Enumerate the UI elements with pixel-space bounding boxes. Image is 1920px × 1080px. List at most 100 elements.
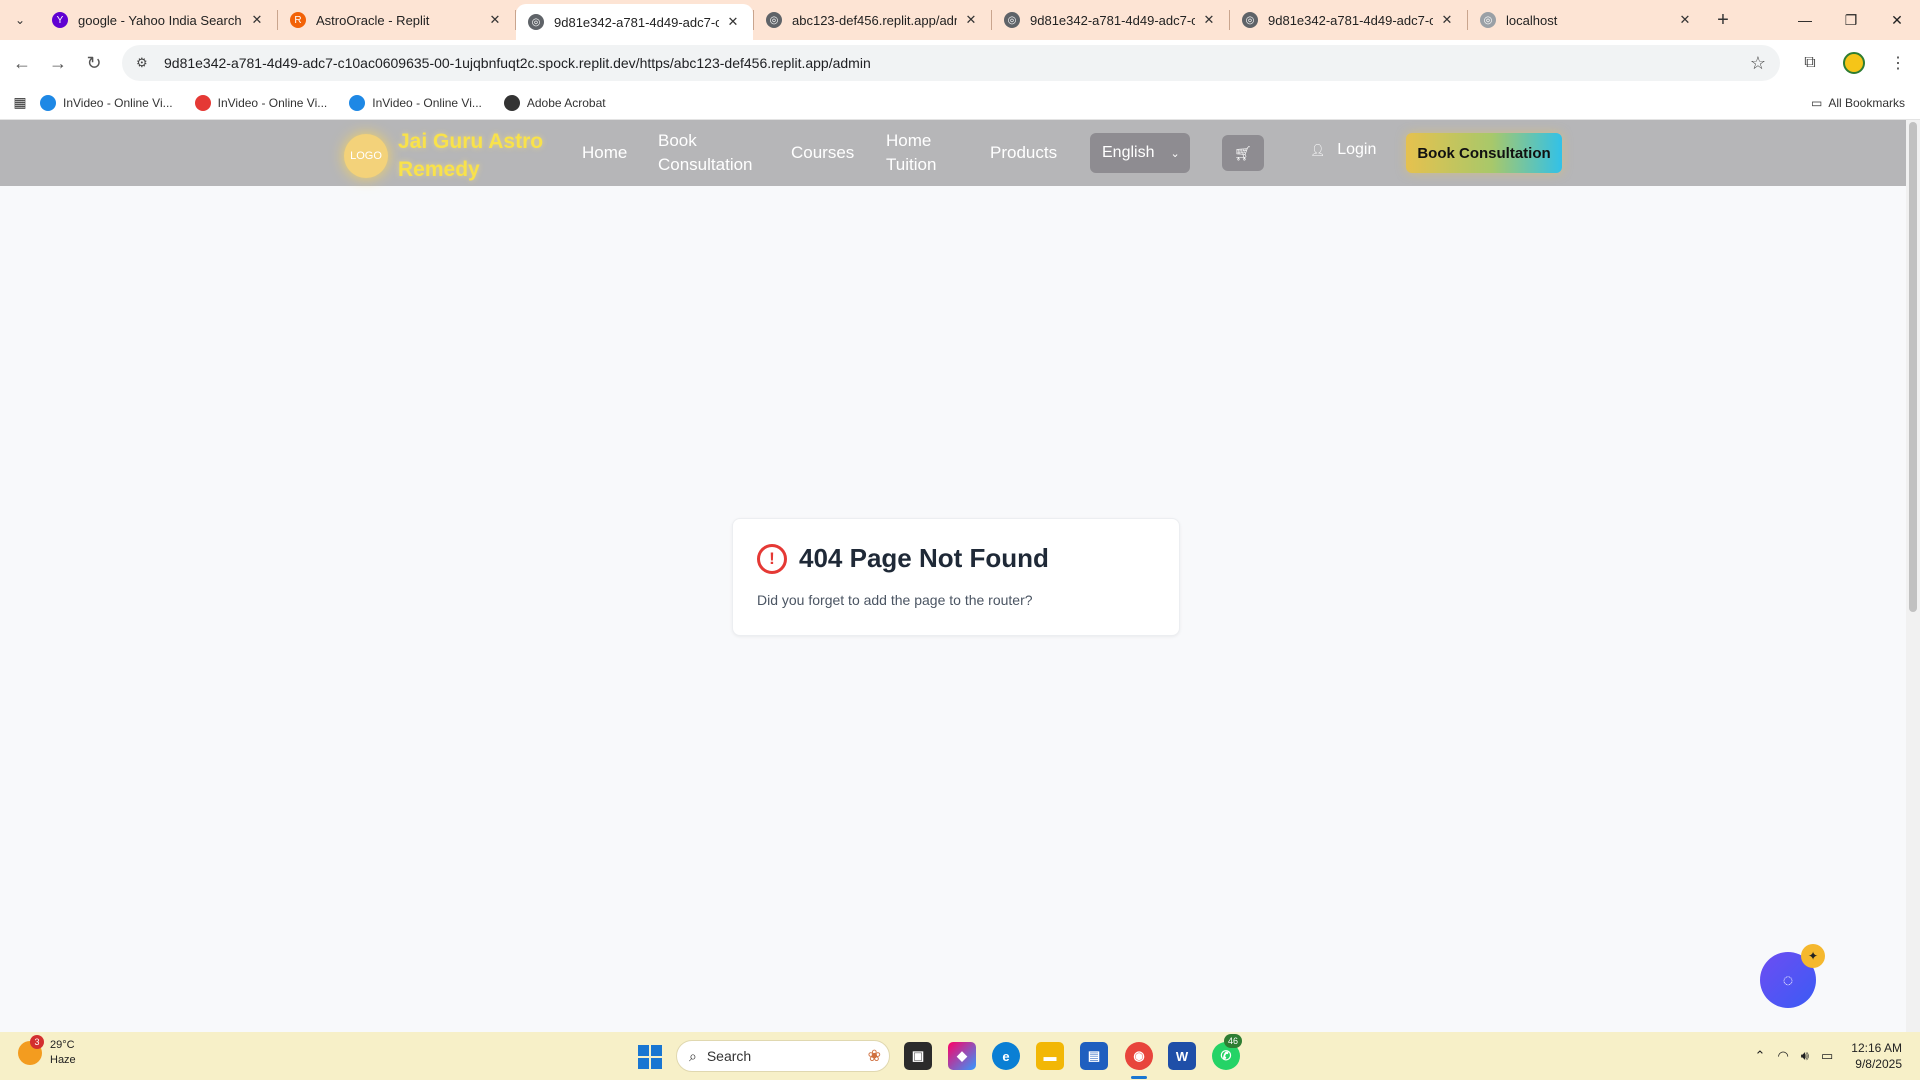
system-tray: ⌃ ◠ 🔊︎ ▭ 12:16 AM 9/8/2025 xyxy=(1743,1032,1902,1080)
copilot-icon[interactable]: ◆ xyxy=(948,1042,976,1070)
search-placeholder: Search xyxy=(706,1048,752,1064)
browser-tab[interactable]: ◎ localhost ✕ xyxy=(1468,0,1705,40)
nav-home-tuition[interactable]: Home Tuition xyxy=(886,129,946,177)
word-icon[interactable]: W xyxy=(1168,1042,1196,1070)
tab-close-icon[interactable]: ✕ xyxy=(1439,12,1455,28)
nav-book-consultation[interactable]: Book Consultation xyxy=(658,129,758,177)
address-bar[interactable]: ⚙ 9d81e342-a781-4d49-adc7-c10ac0609635-0… xyxy=(122,45,1780,81)
apps-grid-icon[interactable]: ▦ xyxy=(0,94,40,111)
all-bookmarks-label: All Bookmarks xyxy=(1828,95,1905,110)
cart-icon: 🛒︎ xyxy=(1234,144,1252,161)
menu-icon[interactable]: ⋮ xyxy=(1876,53,1920,73)
reload-icon[interactable]: ↻ xyxy=(76,45,112,81)
tab-close-icon[interactable]: ✕ xyxy=(725,14,741,30)
chevron-up-icon[interactable]: ⌃ xyxy=(1755,1048,1766,1064)
logo: LOGO xyxy=(344,134,388,178)
scrollbar-thumb[interactable] xyxy=(1909,122,1917,612)
weather-icon: 3 xyxy=(18,1035,44,1065)
bookmarks-bar: ▦ InVideo - Online Vi... InVideo - Online… xyxy=(0,86,1920,120)
language-select[interactable]: English ⌄ xyxy=(1090,133,1190,173)
task-view-icon[interactable]: ▣ xyxy=(904,1042,932,1070)
language-value: English xyxy=(1102,144,1155,161)
tab-title: google - Yahoo India Search Re xyxy=(78,12,243,28)
taskbar-search[interactable]: ⌕ Search ❀ xyxy=(676,1040,890,1072)
page-scrollbar[interactable] xyxy=(1906,120,1920,1032)
nav-courses[interactable]: Courses xyxy=(791,141,854,165)
tab-close-icon[interactable]: ✕ xyxy=(249,12,265,28)
bookmark-item[interactable]: InVideo - Online Vi... xyxy=(40,94,173,111)
bookmark-favicon-icon xyxy=(194,94,211,111)
new-tab-button[interactable]: + xyxy=(1705,9,1741,32)
minimize-icon[interactable]: — xyxy=(1782,0,1828,40)
chat-bubble-icon: ◌ xyxy=(1782,969,1794,990)
brand[interactable]: LOGO Jai Guru Astro Remedy xyxy=(344,128,558,184)
browser-tab[interactable]: Ygoogle - Yahoo India Search Re ✕ xyxy=(40,0,277,40)
whatsapp-badge: 46 xyxy=(1224,1034,1242,1048)
bookmark-favicon-icon xyxy=(503,94,520,111)
weather-widget[interactable]: 3 29°C Haze xyxy=(18,1035,76,1068)
clock[interactable]: 12:16 AM 9/8/2025 xyxy=(1851,1040,1902,1072)
error-header: ! 404 Page Not Found xyxy=(757,543,1049,574)
profile-avatar[interactable] xyxy=(1843,52,1865,74)
url-text[interactable]: 9d81e342-a781-4d49-adc7-c10ac0609635-00-… xyxy=(164,55,871,71)
windows-taskbar: 3 29°C Haze ⌕ Search ❀ ▣ ◆ e ▬ ▤ ◉ W ✆ 4… xyxy=(0,1032,1920,1080)
error-description: Did you forget to add the page to the ro… xyxy=(757,592,1033,608)
back-icon[interactable]: ← xyxy=(4,45,40,81)
tab-favicon-icon: ◎ xyxy=(528,14,544,30)
tab-favicon-icon: ◎ xyxy=(1004,12,1020,28)
browser-tab[interactable]: ◎ abc123-def456.replit.app/admi ✕ xyxy=(754,0,991,40)
bookmark-star-icon[interactable]: ☆ xyxy=(1750,53,1766,74)
tabs-list: Ygoogle - Yahoo India Search Re ✕ R AstroOr… xyxy=(40,0,1705,40)
nav-products[interactable]: Products xyxy=(990,141,1057,165)
tab-title: localhost xyxy=(1506,12,1558,28)
chevron-down-icon: ⌄ xyxy=(1170,147,1180,160)
tab-close-icon[interactable]: ✕ xyxy=(1677,12,1693,28)
tab-favicon-icon: ◎ xyxy=(1480,12,1496,28)
tab-favicon-icon: ◎ xyxy=(766,12,782,28)
browser-tab[interactable]: R AstroOracle - Replit ✕ xyxy=(278,0,515,40)
store-icon[interactable]: ▤ xyxy=(1080,1042,1108,1070)
time: 12:16 AM xyxy=(1851,1041,1902,1055)
browser-toolbar: ← → ↻ ⚙ 9d81e342-a781-4d49-adc7-c10ac060… xyxy=(0,40,1920,86)
active-app-indicator xyxy=(1131,1076,1147,1079)
bookmark-label: Adobe Acrobat xyxy=(526,95,606,110)
file-explorer-icon[interactable]: ▬ xyxy=(1036,1042,1064,1070)
window-controls: — ❐ ✕ xyxy=(1782,0,1920,40)
error-card: ! 404 Page Not Found Did you forget to a… xyxy=(732,518,1180,636)
site-info-icon[interactable]: ⚙ xyxy=(136,55,154,71)
browser-tab[interactable]: ◎ 9d81e342-a781-4d49-adc7-c10 ✕ xyxy=(992,0,1229,40)
tab-favicon-icon: Y xyxy=(52,12,68,28)
start-button[interactable] xyxy=(638,1045,662,1069)
volume-icon[interactable]: 🔊︎ xyxy=(1801,1048,1809,1064)
tab-search-dropdown-icon[interactable]: ⌄ xyxy=(0,0,40,40)
tab-close-icon[interactable]: ✕ xyxy=(963,12,979,28)
alert-circle-icon: ! xyxy=(757,543,787,574)
user-icon: 👤︎ xyxy=(1310,143,1326,157)
error-title: 404 Page Not Found xyxy=(799,543,1049,573)
all-bookmarks[interactable]: ▭ All Bookmarks xyxy=(1811,96,1905,110)
restore-icon[interactable]: ❐ xyxy=(1828,0,1874,40)
folder-icon: ▭ xyxy=(1810,95,1823,110)
extensions-icon[interactable]: ⧉ xyxy=(1788,54,1832,72)
tab-close-icon[interactable]: ✕ xyxy=(1201,12,1217,28)
bookmark-label: InVideo - Online Vi... xyxy=(63,95,173,110)
login-button[interactable]: 👤︎ Login xyxy=(1310,141,1376,159)
bookmark-item[interactable]: InVideo - Online Vi... xyxy=(194,94,327,111)
book-consultation-button[interactable]: Book Consultation xyxy=(1406,133,1562,173)
bookmark-favicon-icon xyxy=(349,94,366,111)
browser-tab[interactable]: ◎ 9d81e342-a781-4d49-adc7-c10 ✕ xyxy=(1230,0,1467,40)
bookmark-item[interactable]: Adobe Acrobat xyxy=(503,94,606,111)
close-window-icon[interactable]: ✕ xyxy=(1874,0,1920,40)
cart-button[interactable]: 🛒︎ xyxy=(1222,135,1264,171)
battery-icon[interactable]: ▭ xyxy=(1821,1048,1833,1064)
tab-close-icon[interactable]: ✕ xyxy=(487,12,503,28)
bookmark-item[interactable]: InVideo - Online Vi... xyxy=(349,94,482,111)
bookmark-label: InVideo - Online Vi... xyxy=(372,95,482,110)
weather-condition: Haze xyxy=(50,1054,76,1066)
wifi-icon[interactable]: ◠ xyxy=(1777,1048,1788,1064)
edge-icon[interactable]: e xyxy=(992,1042,1020,1070)
browser-tab[interactable]: ◎ 9d81e342-a781-4d49-adc7-c10 ✕ xyxy=(516,4,753,40)
chrome-icon[interactable]: ◉ xyxy=(1125,1042,1153,1070)
nav-home[interactable]: Home xyxy=(582,141,627,165)
forward-icon[interactable]: → xyxy=(40,45,76,81)
